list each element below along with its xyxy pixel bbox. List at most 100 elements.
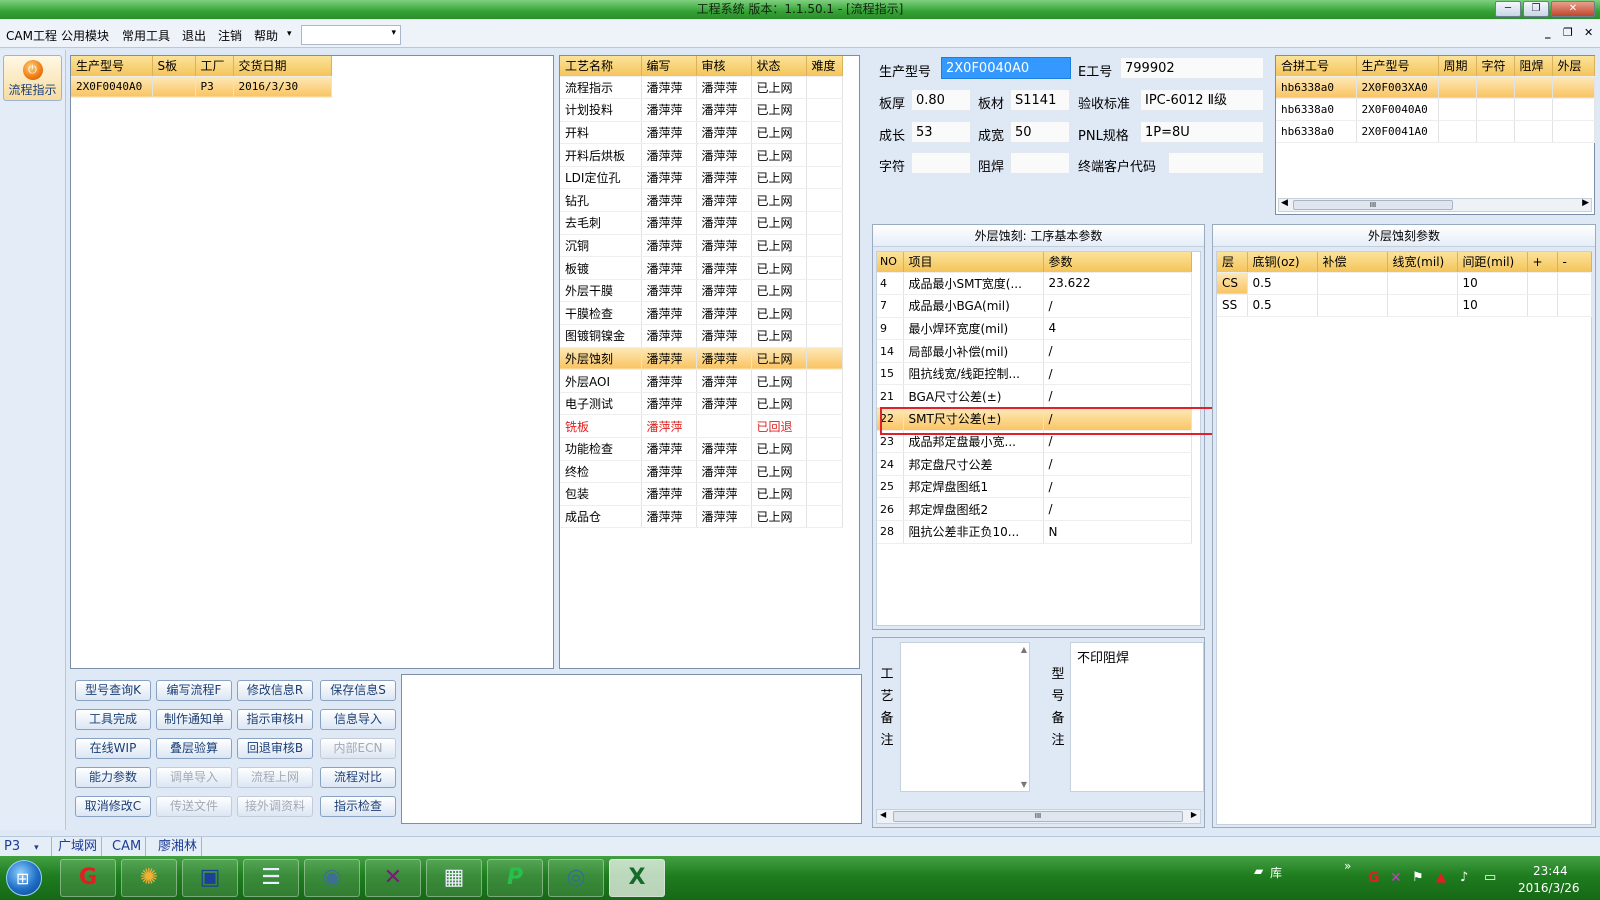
process-row[interactable]: LDI定位孔 潘萍萍 潘萍萍 已上网 (560, 166, 843, 190)
process-row[interactable]: 功能检查 潘萍萍 潘萍萍 已上网 (560, 437, 843, 461)
tray-x-icon[interactable]: ✕ (1390, 870, 1402, 886)
process-note-field[interactable]: ▲ ▼ (900, 642, 1030, 792)
taskbar-calculator-icon[interactable]: ▦ (426, 859, 482, 897)
help-dropdown-icon[interactable]: ▾ (287, 29, 292, 39)
menu-cam[interactable]: CAM工程 (6, 27, 57, 44)
scroll-down-icon[interactable]: ▼ (1021, 780, 1027, 789)
taskbar-save-icon[interactable]: ▣ (182, 859, 238, 897)
orders-row[interactable]: 2X0F0040A0 P3 2016/3/30 (71, 76, 332, 98)
minimize-button[interactable]: ─ (1495, 1, 1521, 17)
action-button[interactable]: 流程上网 (237, 767, 313, 788)
menu-exit[interactable]: 退出 (182, 27, 206, 44)
combine-header[interactable]: 外层 (1552, 56, 1595, 77)
taskbar-x-icon[interactable]: ✕ (365, 859, 421, 897)
mdi-minimize-icon[interactable]: _ (1545, 26, 1551, 39)
thickness-field[interactable]: 0.80 (911, 89, 971, 111)
etch-header[interactable]: 层 (1217, 252, 1248, 273)
action-button[interactable]: 制作通知单 (156, 709, 232, 730)
customer-code-field[interactable] (1168, 152, 1264, 174)
action-button[interactable]: 指示审核H (237, 709, 313, 730)
process-row[interactable]: 包装 潘萍萍 潘萍萍 已上网 (560, 482, 843, 506)
notes-scroll-thumb[interactable]: III (893, 811, 1183, 822)
taskbar-eye-icon[interactable]: ◉ (304, 859, 360, 897)
menu-help[interactable]: 帮助 (254, 27, 278, 44)
action-button[interactable]: 内部ECN (320, 738, 396, 759)
basic-param-row[interactable]: 14 局部最小补偿(mil) / (877, 339, 1192, 363)
orders-header[interactable]: 交货日期 (233, 56, 332, 77)
process-header[interactable]: 工艺名称 (560, 56, 642, 77)
combine-header[interactable]: 生产型号 (1356, 56, 1439, 77)
combine-scrollbar[interactable]: ◀ III ▶ (1278, 198, 1592, 212)
action-button[interactable]: 修改信息R (237, 680, 313, 701)
taskbar-app-g-icon[interactable]: G (60, 859, 116, 897)
scroll-left-icon[interactable]: ◀ (1281, 198, 1288, 208)
taskbar-shell-icon[interactable]: ✺ (121, 859, 177, 897)
etch-header[interactable]: 底铜(oz) (1247, 252, 1318, 273)
tray-alert-icon[interactable]: ▲ (1436, 870, 1446, 885)
length-field[interactable]: 53 (911, 121, 971, 143)
restore-button[interactable]: ❐ (1523, 1, 1549, 17)
action-button[interactable]: 流程对比 (320, 767, 396, 788)
process-row[interactable]: 外层干膜 潘萍萍 潘萍萍 已上网 (560, 279, 843, 303)
action-button[interactable]: 编写流程F (156, 680, 232, 701)
basic-param-row[interactable]: 4 成品最小SMT宽度(... 23.622 (877, 272, 1192, 296)
scroll-left-icon[interactable]: ◀ (880, 810, 886, 819)
etch-remove-header[interactable]: - (1557, 252, 1592, 273)
mask-field[interactable] (1010, 152, 1070, 174)
combine-header[interactable]: 阻焊 (1514, 56, 1553, 77)
combine-header[interactable]: 合拼工号 (1276, 56, 1357, 77)
menu-combo-box[interactable]: ▾ (301, 25, 401, 45)
combine-row[interactable]: hb6338a0 2X0F0041A0 (1276, 120, 1595, 143)
process-row[interactable]: 图镀铜镍金 潘萍萍 潘萍萍 已上网 (560, 324, 843, 348)
basic-header[interactable]: NO (877, 252, 904, 273)
action-button[interactable]: 接外调资料 (237, 796, 313, 817)
process-header[interactable]: 状态 (751, 56, 807, 77)
combine-header[interactable]: 周期 (1438, 56, 1477, 77)
etch-row[interactable]: SS 0.5 10 (1217, 294, 1592, 317)
combine-row[interactable]: hb6338a0 2X0F0040A0 (1276, 98, 1595, 121)
combine-scroll-thumb[interactable]: III (1293, 200, 1453, 210)
action-button[interactable]: 在线WIP (75, 738, 151, 759)
model-field[interactable]: 2X0F0040A0 (941, 57, 1071, 79)
action-button[interactable]: 取消修改C (75, 796, 151, 817)
taskbar-excel-icon[interactable]: X (609, 859, 665, 897)
basic-header[interactable]: 参数 (1043, 252, 1192, 273)
clock-date[interactable]: 2016/3/26 (1518, 881, 1580, 895)
tray-g-icon[interactable]: G (1368, 870, 1380, 886)
tray-folder-icon[interactable]: ▰ (1254, 864, 1263, 878)
basic-param-row[interactable]: 21 BGA尺寸公差(±) / (877, 384, 1192, 409)
pnl-field[interactable]: 1P=8U (1140, 121, 1264, 143)
process-row[interactable]: 开料后烘板 潘萍萍 潘萍萍 已上网 (560, 143, 843, 167)
process-row[interactable]: 钻孔 潘萍萍 潘萍萍 已上网 (560, 188, 843, 213)
standard-field[interactable]: IPC-6012 Ⅱ级 (1140, 89, 1264, 111)
process-row[interactable]: 外层AOI 潘萍萍 潘萍萍 已上网 (560, 369, 843, 393)
action-button[interactable]: 能力参数 (75, 767, 151, 788)
factory-status[interactable]: P3 ▾ (0, 837, 52, 857)
basic-param-row[interactable]: 28 阻抗公差非正负10... N (877, 520, 1192, 544)
basic-param-row[interactable]: 24 邦定盘尺寸公差 / (877, 452, 1192, 476)
action-button[interactable]: 工具完成 (75, 709, 151, 730)
tray-flag-icon[interactable]: ⚑ (1412, 870, 1424, 885)
action-button[interactable]: 回退审核B (237, 738, 313, 759)
taskbar-viewer-icon[interactable]: ◎ (548, 859, 604, 897)
process-row[interactable]: 计划投料 潘萍萍 潘萍萍 已上网 (560, 98, 843, 122)
process-row[interactable]: 终检 潘萍萍 潘萍萍 已上网 (560, 460, 843, 484)
process-header[interactable]: 编写 (641, 56, 697, 77)
process-header[interactable]: 审核 (696, 56, 752, 77)
width-field[interactable]: 50 (1010, 121, 1070, 143)
tray-expand-icon[interactable]: » (1344, 859, 1351, 873)
orders-header[interactable]: S板 (152, 56, 196, 77)
process-row[interactable]: 去毛刺 潘萍萍 潘萍萍 已上网 (560, 211, 843, 235)
material-field[interactable]: S1141 (1010, 89, 1070, 111)
action-button[interactable]: 调单导入 (156, 767, 232, 788)
etch-add-header[interactable]: + (1527, 252, 1558, 273)
basic-param-row[interactable]: 7 成品最小BGA(mil) / (877, 294, 1192, 318)
clock-time[interactable]: 23:44 (1533, 864, 1568, 878)
menu-common[interactable]: 公用模块 (61, 27, 109, 44)
etch-header[interactable]: 间距(mil) (1457, 252, 1528, 273)
etch-row[interactable]: CS 0.5 10 (1217, 272, 1592, 295)
menu-tools[interactable]: 常用工具 (122, 27, 170, 44)
process-row[interactable]: 沉铜 潘萍萍 潘萍萍 已上网 (560, 234, 843, 258)
eno-field[interactable]: 799902 (1120, 57, 1264, 79)
process-row[interactable]: 电子测试 潘萍萍 潘萍萍 已上网 (560, 392, 843, 416)
